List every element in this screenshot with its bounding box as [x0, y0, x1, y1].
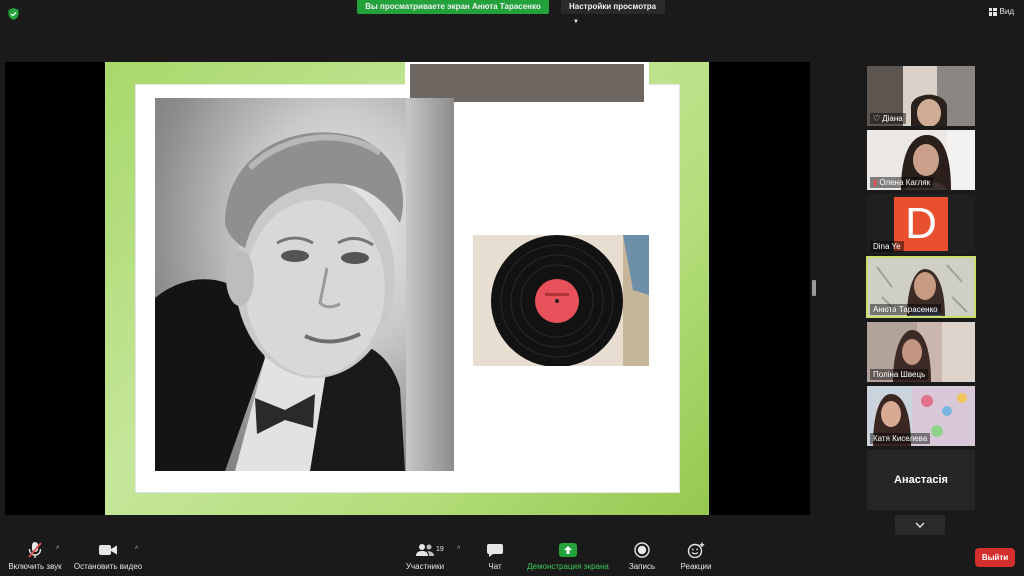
reactions-button[interactable]: Реакции — [679, 540, 713, 571]
chat-button[interactable]: Чат — [485, 540, 505, 571]
unmute-label: Включить звук — [8, 562, 62, 571]
chevron-up-icon[interactable]: ^ — [56, 546, 59, 553]
share-screen-button[interactable]: Демонстрация экрана — [526, 540, 610, 571]
security-shield-icon[interactable] — [8, 8, 19, 20]
participant-name: Dina Ye — [870, 241, 904, 252]
participant-tile[interactable]: D Dina Ye — [867, 194, 975, 254]
view-button[interactable]: Вид — [988, 7, 1014, 16]
view-options-dropdown[interactable]: Настройки просмотра ▼ — [561, 0, 665, 25]
reactions-label: Реакции — [680, 562, 712, 571]
participants-icon — [416, 544, 434, 556]
view-options-label: Настройки просмотра — [569, 2, 657, 11]
participants-button[interactable]: Участники — [404, 540, 446, 571]
participant-name: Катя Киселева — [870, 433, 931, 444]
chevron-up-icon[interactable]: ^ — [135, 546, 138, 553]
record-label: Запись — [628, 562, 656, 571]
record-icon — [634, 542, 650, 558]
share-screen-label: Демонстрация экрана — [527, 562, 609, 571]
participant-tile[interactable]: Анастасія — [867, 450, 975, 510]
screen-share-banner: Вы просматриваете экран Анюта Тарасенко — [357, 0, 549, 14]
chevron-down-icon: ▼ — [573, 19, 579, 25]
unmute-button[interactable]: Включить звук — [7, 540, 63, 571]
participant-name: Поліна Швець — [870, 369, 929, 380]
panel-resize-handle[interactable] — [812, 280, 816, 296]
stop-video-button[interactable]: Остановить видео — [74, 540, 142, 571]
portrait-photo — [155, 98, 454, 471]
participant-tile[interactable]: Катя Киселева — [867, 386, 975, 446]
share-screen-icon — [559, 543, 577, 557]
muted-microphone-icon — [28, 542, 42, 558]
participant-tile[interactable]: ▮ Олена Кагляк — [867, 130, 975, 190]
chevron-up-icon[interactable]: ^ — [457, 546, 460, 553]
meeting-toolbar: Включить звук ^ Остановить видео ^ Участ… — [0, 540, 1024, 576]
vinyl-record-photo — [473, 235, 649, 366]
participant-name: Анюта Тарасенко — [870, 304, 941, 315]
participants-label: Участники — [405, 562, 445, 571]
participant-name: Анастасія — [894, 474, 948, 486]
muted-mic-icon: ▮ — [873, 178, 878, 187]
participant-tile[interactable]: ♡ Діана — [867, 66, 975, 126]
view-button-label: Вид — [999, 7, 1014, 16]
participants-count: 19 — [436, 546, 444, 553]
shared-screen — [5, 62, 810, 515]
leave-meeting-button[interactable]: Выйти — [975, 548, 1015, 567]
presentation-slide — [105, 62, 709, 515]
video-camera-icon — [99, 545, 117, 555]
participant-tile-active-speaker[interactable]: Анюта Тарасенко — [866, 256, 976, 318]
record-button[interactable]: Запись — [627, 540, 657, 571]
chat-label: Чат — [488, 562, 502, 571]
participant-name: ▮ Олена Кагляк — [870, 177, 934, 188]
participant-name: ♡ Діана — [870, 113, 906, 124]
participant-tile[interactable]: Поліна Швець — [867, 322, 975, 382]
stop-video-label: Остановить видео — [73, 562, 143, 571]
reactions-smiley-icon — [687, 542, 705, 558]
heart-icon: ♡ — [873, 114, 881, 123]
chevron-down-icon — [915, 522, 925, 528]
participants-scroll-down-button[interactable] — [895, 515, 945, 535]
chat-icon — [487, 544, 503, 557]
grid-view-icon — [988, 7, 997, 16]
